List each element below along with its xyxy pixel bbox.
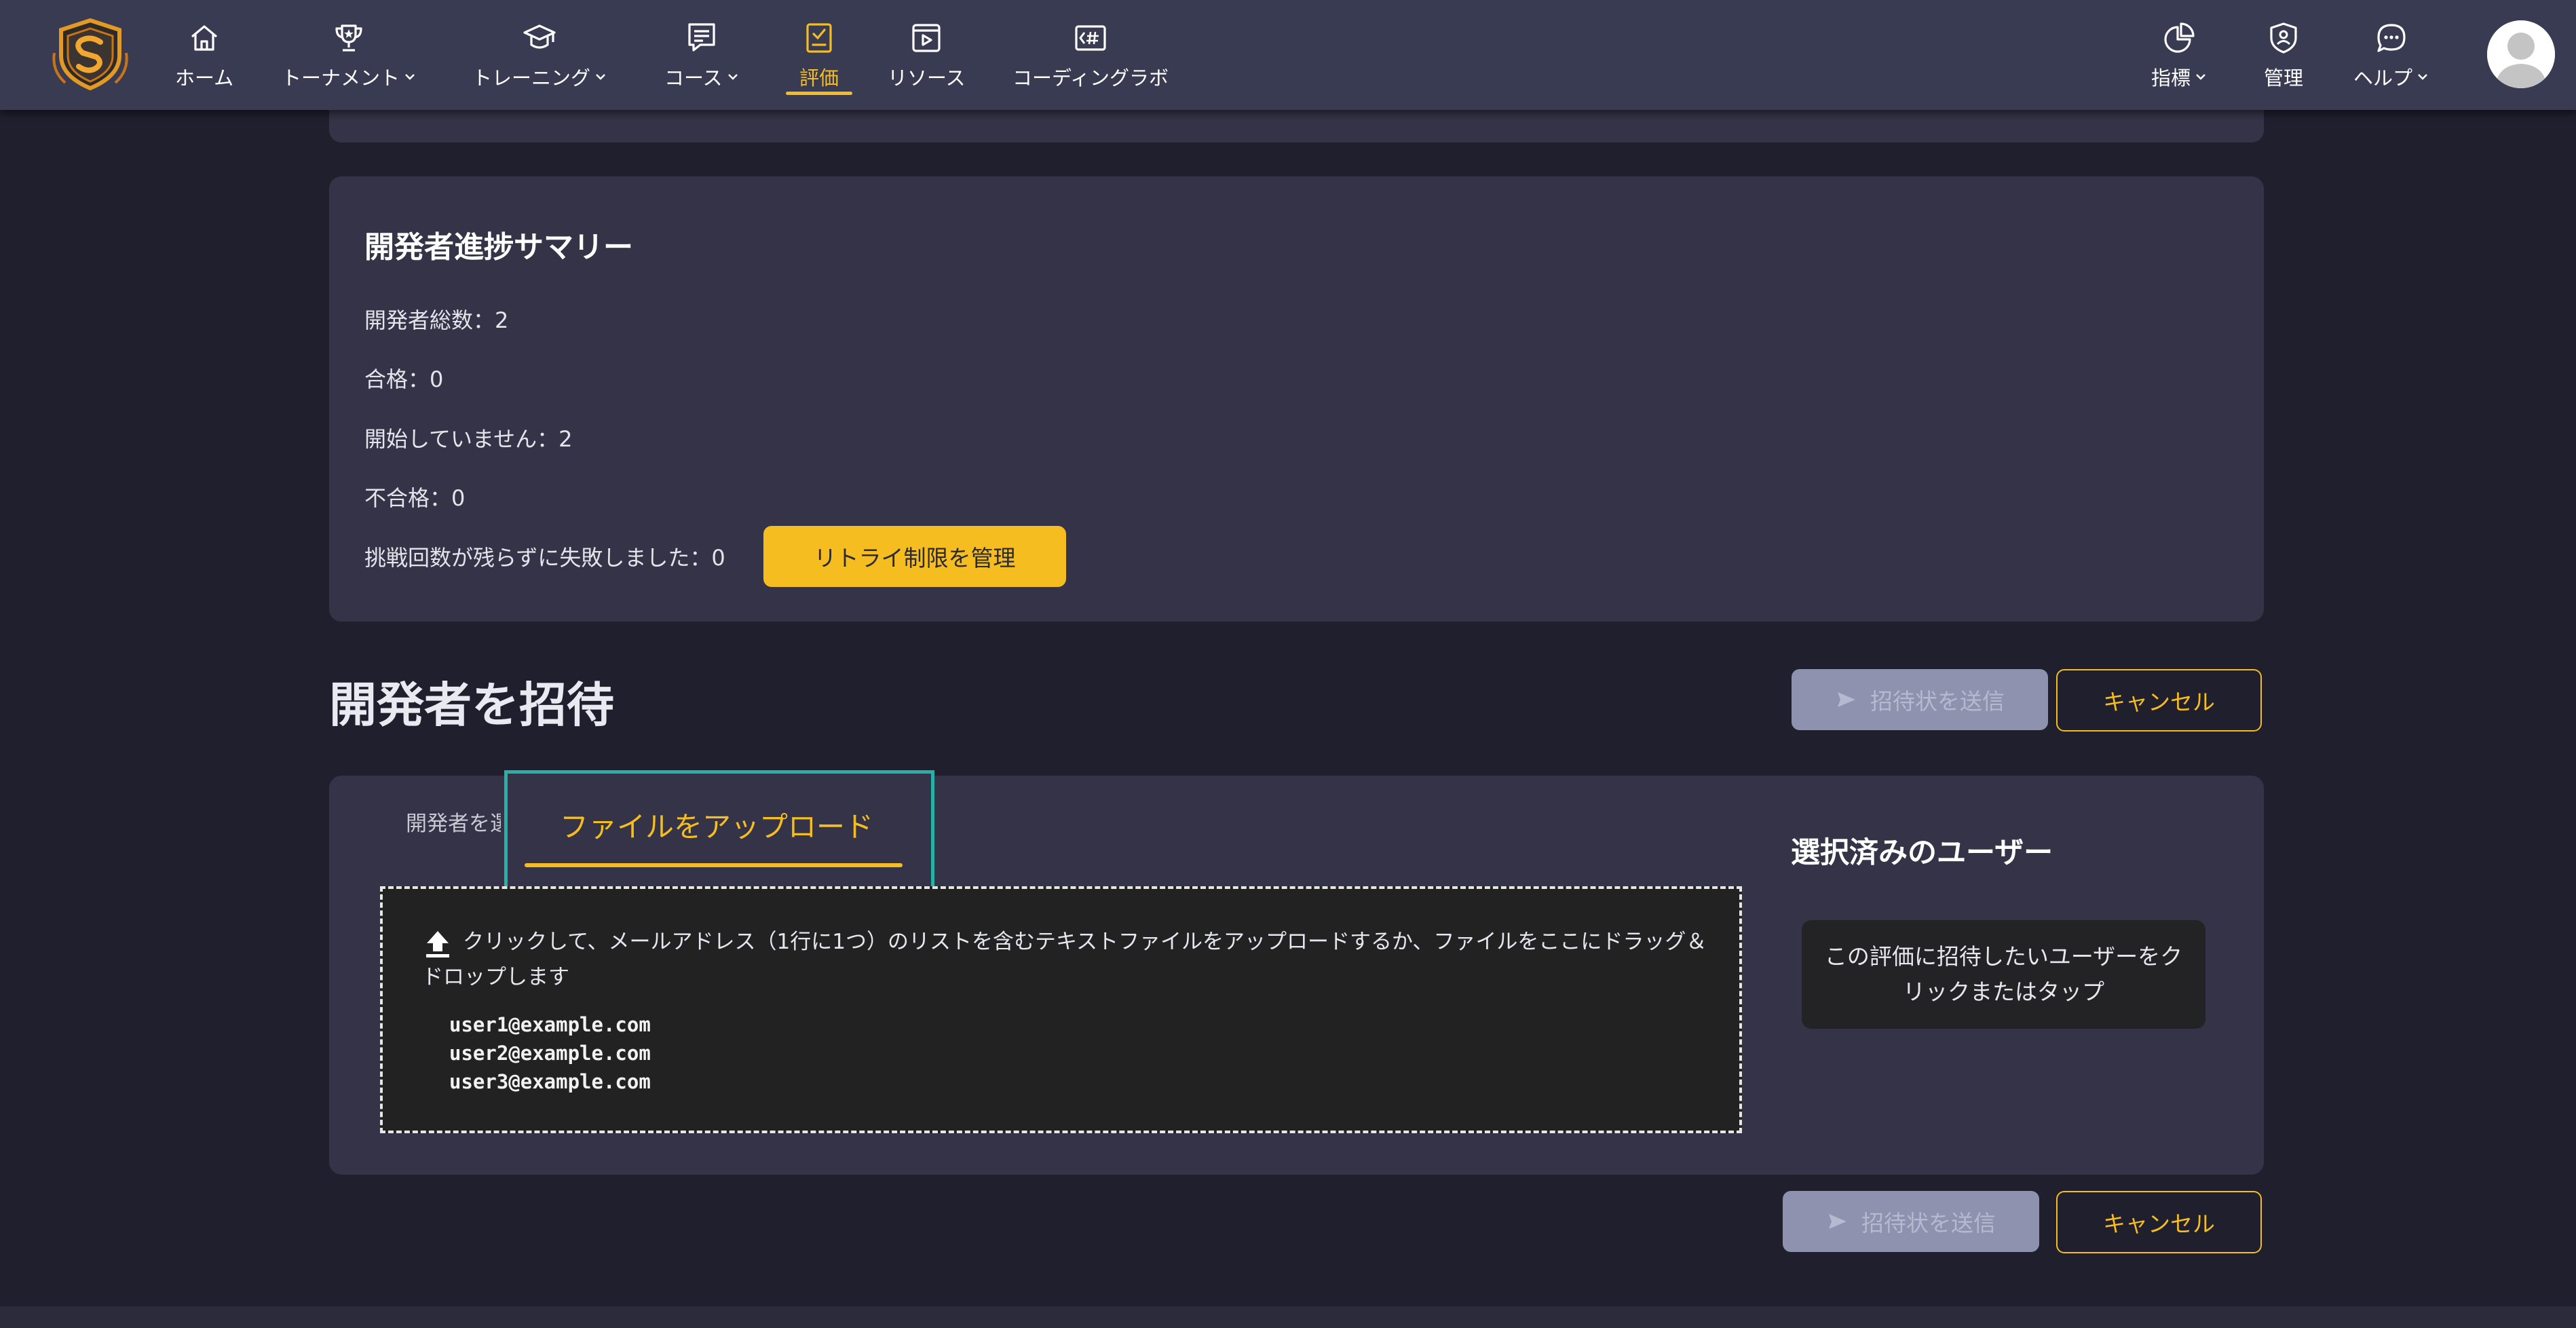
nav-home[interactable]: ホーム [175, 20, 233, 95]
developer-progress-summary-panel: 開発者進捗サマリー 開発者総数：2 合格：0 開始していません：2 不合格：0 … [329, 176, 2264, 622]
nav-course-label: コース [664, 67, 723, 90]
example-email: user2@example.com [449, 1042, 651, 1065]
nav-course[interactable]: コース [664, 20, 739, 95]
nav-coding-lab[interactable]: コーディングラボ [1012, 20, 1169, 95]
nav-tournament-label: トーナメント [282, 67, 400, 90]
assessment-icon [806, 23, 832, 53]
trophy-icon [335, 24, 362, 52]
brand-logo-shield-icon[interactable] [49, 18, 132, 91]
chevron-down-icon [405, 74, 415, 80]
cancel-button-bottom[interactable]: キャンセル [2056, 1191, 2262, 1253]
invite-developers-heading: 開発者を招待 [329, 677, 614, 733]
stat-not-started: 開始していません：2 [364, 426, 573, 452]
send-invitation-button-top[interactable]: 招待状を送信 [1792, 669, 2048, 730]
active-tab-indicator [525, 863, 903, 867]
nav-assessment-label: 評価 [799, 67, 839, 90]
stat-failed: 不合格：0 [364, 485, 466, 511]
dropzone-instructions: クリックして、メールアドレス（1行に1つ）のリストを含むテキストファイルをアップ… [422, 930, 1707, 989]
nav-metrics[interactable]: 指標 [2151, 20, 2207, 95]
chevron-down-icon [727, 74, 738, 80]
stat-failed-no-attempts-left: 挑戦回数が残らずに失敗しました：0 [364, 545, 725, 571]
code-icon [1075, 25, 1106, 51]
send-icon [1829, 1214, 1846, 1229]
nav-admin[interactable]: 管理 [2264, 20, 2303, 95]
send-invitation-button-bottom[interactable]: 招待状を送信 [1783, 1191, 2039, 1252]
nav-coding-lab-label: コーディングラボ [1012, 67, 1169, 90]
pie-chart-icon [2164, 22, 2195, 53]
nav-metrics-label: 指標 [2151, 67, 2191, 90]
footer-strip [0, 1306, 2576, 1328]
summary-title: 開発者進捗サマリー [364, 230, 633, 265]
user-silhouette-icon [2487, 20, 2555, 88]
example-email: user1@example.com [449, 1013, 651, 1036]
nav-assessment[interactable]: 評価 [785, 20, 853, 95]
video-resource-icon [912, 24, 941, 52]
user-avatar[interactable] [2487, 20, 2555, 88]
example-email: user3@example.com [449, 1070, 651, 1093]
nav-help[interactable]: ヘルプ [2353, 20, 2429, 95]
selected-users-empty-state: この評価に招待したいユーザーをクリックまたはタップ [1802, 920, 2205, 1029]
chevron-down-icon [596, 74, 605, 80]
tab-upload-file[interactable]: ファイルをアップロード [504, 770, 934, 891]
selected-users-title: 選択済みのユーザー [1791, 836, 2053, 870]
stat-passed: 合格：0 [364, 366, 444, 392]
chevron-down-icon [2196, 74, 2205, 80]
home-icon [191, 25, 218, 51]
selected-users-placeholder: この評価に招待したいユーザーをクリックまたはタップ [1824, 943, 2183, 1005]
chevron-down-icon [2418, 74, 2427, 80]
nav-help-label: ヘルプ [2353, 67, 2413, 90]
send-invitation-label: 招待状を送信 [1861, 1210, 1996, 1236]
nav-admin-label: 管理 [2264, 67, 2304, 90]
manage-retry-limit-button[interactable]: リトライ制限を管理 [763, 526, 1066, 587]
stat-total-developers: 開発者総数：2 [364, 307, 509, 333]
graduation-cap-icon [523, 24, 556, 49]
nav-resources[interactable]: リソース [888, 20, 966, 95]
admin-icon [2270, 22, 2297, 54]
invite-developers-panel: 開発者を選択 ファイルをアップロード クリックして、メールアドレス（1行に1つ）… [329, 770, 2264, 1175]
nav-resources-label: リソース [888, 67, 966, 90]
cancel-button-top[interactable]: キャンセル [2056, 669, 2262, 732]
send-invitation-label: 招待状を送信 [1870, 688, 2005, 715]
nav-tournament[interactable]: トーナメント [282, 20, 416, 95]
chat-help-icon [2376, 24, 2406, 52]
file-dropzone[interactable]: クリックして、メールアドレス（1行に1つ）のリストを含むテキストファイルをアップ… [380, 886, 1742, 1133]
tab-upload-file-label: ファイルをアップロード [560, 810, 874, 843]
tab-select-developers[interactable]: 開発者を選択 [406, 806, 501, 837]
nav-training[interactable]: トレーニング [472, 20, 607, 95]
nav-home-label: ホーム [175, 67, 234, 90]
send-icon [1838, 692, 1855, 707]
nav-training-label: トレーニング [472, 67, 591, 90]
course-icon [688, 23, 715, 52]
top-navigation-bar: ホーム トーナメント トレーニング コース 評価 リソース コーディングラボ 指… [0, 0, 2576, 110]
